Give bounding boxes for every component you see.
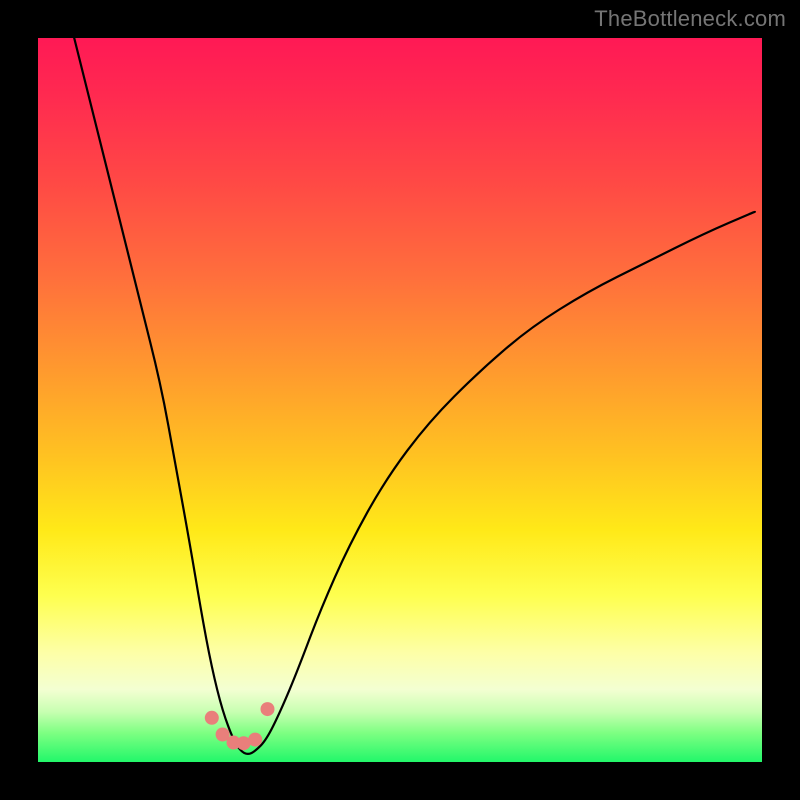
trough-marker bbox=[205, 711, 219, 725]
chart-frame: TheBottleneck.com bbox=[0, 0, 800, 800]
watermark-text: TheBottleneck.com bbox=[594, 6, 786, 32]
plot-area bbox=[38, 38, 762, 762]
trough-marker bbox=[248, 733, 262, 747]
trough-marker bbox=[261, 702, 275, 716]
curve-layer bbox=[38, 38, 762, 762]
bottleneck-curve bbox=[74, 38, 755, 754]
